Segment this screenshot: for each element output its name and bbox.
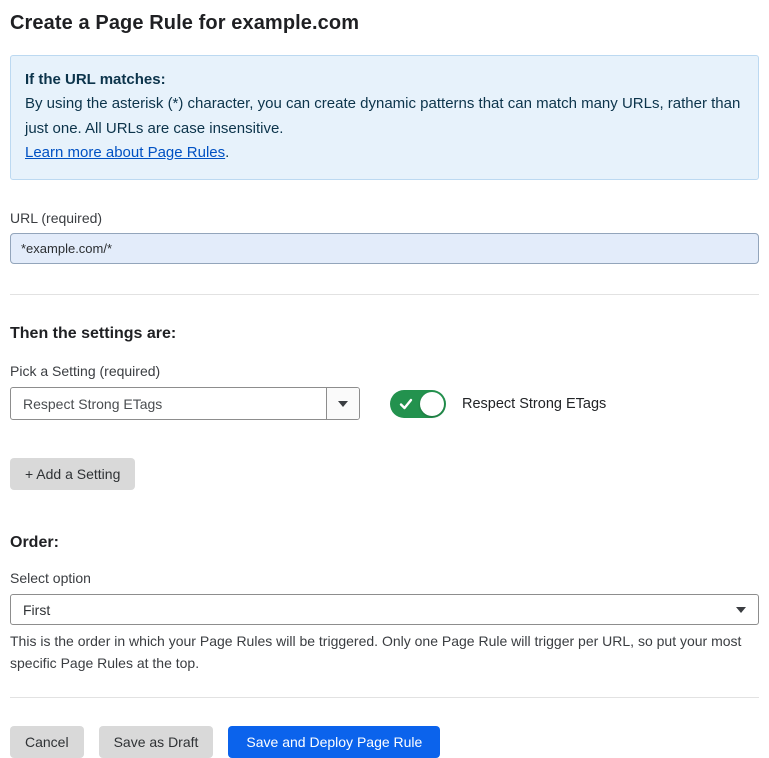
info-box-body: By using the asterisk (*) character, you… [25, 92, 744, 141]
url-match-info-box: If the URL matches: By using the asteris… [10, 55, 759, 180]
toggle-label: Respect Strong ETags [462, 396, 606, 412]
setting-select-dropdown-button[interactable] [326, 388, 359, 419]
divider [10, 294, 759, 295]
setting-select-value: Respect Strong ETags [11, 388, 326, 419]
chevron-down-icon [338, 401, 348, 407]
setting-select[interactable]: Respect Strong ETags [10, 387, 360, 420]
etags-toggle[interactable] [390, 390, 446, 418]
toggle-knob [420, 392, 444, 416]
info-box-link-row: Learn more about Page Rules. [25, 141, 744, 165]
info-box-heading: If the URL matches: [25, 68, 744, 92]
link-period: . [225, 144, 229, 161]
learn-more-link[interactable]: Learn more about Page Rules [25, 144, 225, 161]
setting-row: Respect Strong ETags Respect Strong ETag… [10, 387, 759, 420]
url-label: URL (required) [10, 210, 759, 226]
pick-setting-label: Pick a Setting (required) [10, 363, 759, 379]
settings-heading: Then the settings are: [10, 325, 759, 343]
chevron-down-icon [736, 607, 746, 613]
footer-actions: Cancel Save as Draft Save and Deploy Pag… [10, 712, 759, 758]
page-title: Create a Page Rule for example.com [10, 12, 759, 35]
save-draft-button[interactable]: Save as Draft [99, 726, 214, 758]
save-deploy-button[interactable]: Save and Deploy Page Rule [228, 726, 440, 758]
divider [10, 697, 759, 698]
url-input[interactable] [10, 233, 759, 264]
order-heading: Order: [10, 534, 759, 552]
add-setting-button[interactable]: + Add a Setting [10, 458, 135, 490]
order-select[interactable]: First [10, 594, 759, 625]
order-help-text: This is the order in which your Page Rul… [10, 631, 755, 674]
check-icon [399, 397, 413, 411]
order-select-value: First [23, 602, 736, 618]
order-select-label: Select option [10, 570, 759, 586]
cancel-button[interactable]: Cancel [10, 726, 84, 758]
